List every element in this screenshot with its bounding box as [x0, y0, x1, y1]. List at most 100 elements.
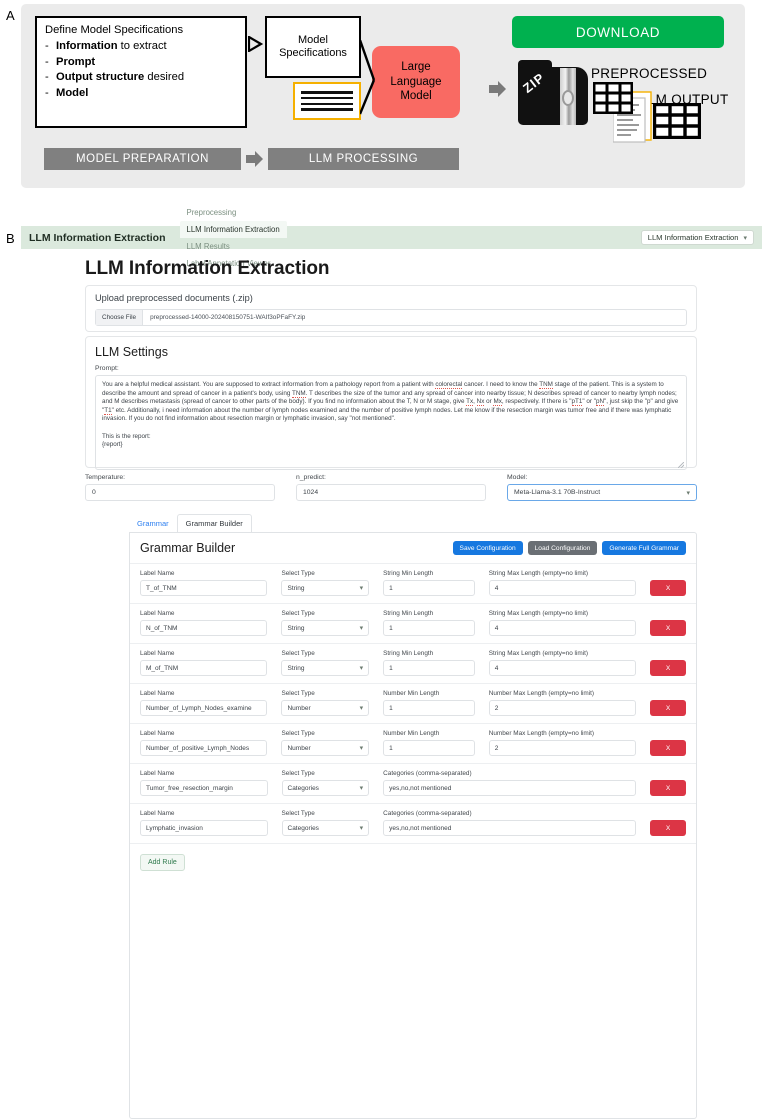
string-max-length-group: String Max Length (empty=no limit) 4 [488, 650, 637, 676]
spec-list-item: - Information to extract [45, 39, 237, 55]
number-max-length-input[interactable]: 2 [488, 700, 637, 716]
string-min-length-input[interactable]: 1 [383, 660, 475, 676]
tab-grammar[interactable]: Grammar [129, 515, 177, 532]
string-max-length-label: String Max Length (empty=no limit) [488, 570, 589, 577]
save-configuration-button[interactable]: Save Configuration [452, 541, 523, 555]
define-model-specifications-box: Define Model Specifications - Information… [35, 16, 247, 128]
string-max-length-group: String Max Length (empty=no limit) 4 [488, 610, 637, 636]
number-max-length-input[interactable]: 2 [488, 740, 637, 756]
load-configuration-button[interactable]: Load Configuration [527, 541, 598, 555]
zip-file-icon: ZIP [518, 60, 588, 125]
chevron-down-icon: ▾ [359, 745, 364, 752]
spec-list-item: - Output structure desired [45, 70, 237, 86]
delete-rule-button[interactable]: X [650, 580, 686, 596]
model-select[interactable]: Meta-Llama-3.1 70B-Instruct ▾ [507, 484, 697, 501]
zipper-pull [562, 90, 574, 106]
download-button-label: DOWNLOAD [575, 24, 661, 40]
temperature-input[interactable]: 0 [85, 484, 275, 501]
select-type-select[interactable]: Number ▾ [281, 740, 370, 756]
large-language-model-box: Large Language Model [372, 46, 460, 118]
string-min-length-label: String Min Length [383, 570, 434, 577]
n-predict-input[interactable]: 1024 [296, 484, 486, 501]
label-name-group: Label Name N_of_TNM [140, 610, 268, 636]
select-type-select[interactable]: String ▾ [281, 620, 370, 636]
number-min-length-input[interactable]: 1 [383, 740, 475, 756]
string-min-length-input[interactable]: 1 [383, 620, 475, 636]
arrow-right-icon-2 [489, 80, 507, 103]
navbar-page-select[interactable]: LLM Information Extraction ▾ [640, 230, 754, 245]
categories-input[interactable]: yes,no,not mentioned [383, 820, 637, 836]
label-name-input[interactable]: M_of_TNM [140, 660, 268, 676]
label-name-input[interactable]: T_of_TNM [140, 580, 268, 596]
prompt-tail-1: This is the report: [102, 432, 151, 440]
select-type-group: Select Type Number ▾ [281, 690, 370, 716]
select-type-label: Select Type [281, 650, 315, 657]
number-min-length-label: Number Min Length [383, 730, 440, 737]
delete-rule-button[interactable]: X [650, 660, 686, 676]
choose-file-button[interactable]: Choose File [96, 310, 144, 325]
select-type-select[interactable]: String ▾ [281, 580, 370, 596]
select-type-select[interactable]: String ▾ [281, 660, 370, 676]
delete-rule-button[interactable]: X [650, 620, 686, 636]
string-max-length-input[interactable]: 4 [488, 620, 637, 636]
tab-grammar-builder[interactable]: Grammar Builder [176, 514, 252, 533]
select-type-value: Categories [287, 784, 319, 792]
select-type-select[interactable]: Categories ▾ [281, 820, 370, 836]
download-button[interactable]: DOWNLOAD [512, 16, 724, 48]
select-type-label: Select Type [281, 610, 315, 617]
label-name-group: Label Name M_of_TNM [140, 650, 268, 676]
nav-tab-preprocessing[interactable]: Preprocessing [180, 204, 287, 221]
grammar-rule-row: Label Name Number_of_positive_Lymph_Nodes… [130, 723, 696, 763]
prompt-label: Prompt: [95, 365, 119, 372]
grammar-builder-buttons: Save Configuration Load Configuration Gene… [452, 541, 686, 555]
string-min-length-input[interactable]: 1 [383, 580, 475, 596]
delete-rule-button[interactable]: X [650, 740, 686, 756]
categories-input[interactable]: yes,no,not mentioned [383, 780, 637, 796]
grammar-builder-header: Grammar Builder Save Configuration Load C… [130, 533, 696, 563]
nav-tab-label: Preprocessing [186, 207, 237, 217]
delete-rule-button[interactable]: X [650, 780, 687, 796]
prompt-textarea[interactable]: You are a helpful medical assistant. You… [95, 375, 687, 470]
string-min-length-label: String Min Length [383, 650, 434, 657]
file-input[interactable]: Choose File preprocessed-14000-202408150… [95, 309, 687, 326]
select-type-group: Select Type String ▾ [281, 610, 370, 636]
string-max-length-input[interactable]: 4 [488, 580, 637, 596]
button-label: Save Configuration [459, 544, 516, 552]
categories-group: Categories (comma-separated) yes,no,not m… [383, 770, 637, 796]
label-name-input[interactable]: Number_of_positive_Lymph_Nodes [140, 740, 268, 756]
panel-b-app-screenshot: LLM Information Extraction Preprocessing… [21, 208, 762, 1119]
page-title: LLM Information Extraction [85, 258, 330, 279]
grammar-rule-row: Label Name M_of_TNM Select Type String ▾ Stri… [130, 643, 696, 683]
delete-rule-button[interactable]: X [650, 820, 687, 836]
grammar-rule-row: Label Name N_of_TNM Select Type String ▾ Stri… [130, 603, 696, 643]
label-name-input[interactable]: Lymphatic_invasion [140, 820, 268, 836]
nav-tab-llm-results[interactable]: LLM Results [180, 238, 287, 255]
bullet-dash: - [45, 86, 49, 99]
textarea-resize-handle[interactable] [678, 462, 684, 468]
nav-tab-llm-information-extraction[interactable]: LLM Information Extraction [179, 220, 287, 238]
select-type-select[interactable]: Number ▾ [281, 700, 370, 716]
generate-full-grammar-button[interactable]: Generate Full Grammar [602, 541, 686, 555]
delete-rule-button[interactable]: X [650, 700, 686, 716]
add-rule-button[interactable]: Add Rule [140, 854, 185, 871]
label-name-input[interactable]: Number_of_Lymph_Nodes_examine [140, 700, 268, 716]
spellcheck-term: Nx [476, 398, 485, 407]
chevron-down-icon: ▾ [359, 585, 364, 592]
spec-box-title: Define Model Specifications [45, 24, 184, 36]
string-max-length-group: String Max Length (empty=no limit) 4 [488, 570, 637, 596]
select-type-value: Categories [287, 824, 319, 832]
chevron-down-icon: ▾ [359, 625, 364, 632]
label-name-label: Label Name [140, 610, 175, 617]
doc-line [301, 91, 353, 94]
select-type-select[interactable]: Categories ▾ [281, 780, 370, 796]
string-min-length-group: String Min Length 1 [383, 650, 475, 676]
label-name-input[interactable]: N_of_TNM [140, 620, 268, 636]
number-min-length-input[interactable]: 1 [383, 700, 475, 716]
grammar-rule-row: Label Name Tumor_free_resection_margin Sel… [130, 763, 696, 803]
string-max-length-input[interactable]: 4 [488, 660, 637, 676]
label-name-input[interactable]: Tumor_free_resection_margin [140, 780, 268, 796]
llm-settings-card: LLM Settings Prompt: You are a helpful m… [85, 336, 697, 470]
model-specifications-text: Model Specifications [279, 33, 347, 60]
label-name-label: Label Name [140, 650, 175, 657]
select-type-value: String [287, 584, 305, 592]
